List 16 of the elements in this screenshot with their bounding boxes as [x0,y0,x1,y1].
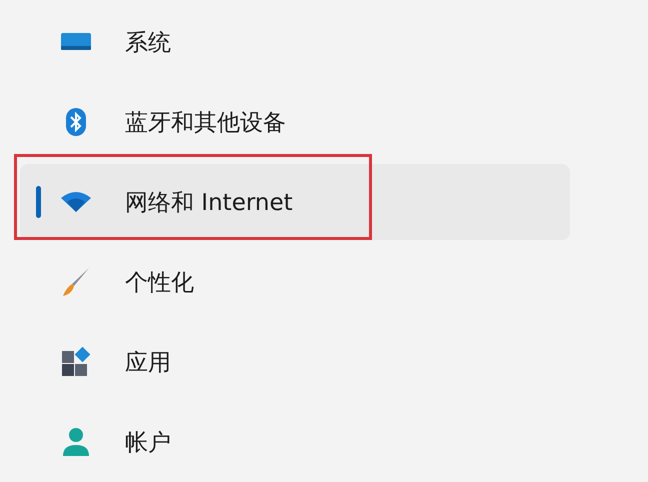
nav-item[interactable]: 蓝牙和其他设备 [20,84,570,160]
nav-label: 应用 [125,348,171,378]
nav-item[interactable]: 网络和 Internet [20,164,570,240]
nav-item[interactable]: 应用 [20,324,570,400]
nav-label: 个性化 [125,268,194,298]
nav-label: 系统 [125,28,171,58]
nav-item[interactable]: 帐户 [20,404,570,480]
person-icon [60,426,92,458]
nav-label: 网络和 Internet [125,188,293,218]
nav-label: 蓝牙和其他设备 [125,108,286,138]
nav-item[interactable]: 个性化 [20,244,570,320]
nav-label: 帐户 [125,428,171,458]
nav-item[interactable]: 系统 [20,4,570,80]
brush-icon [60,266,92,298]
apps-icon [60,346,92,378]
selection-indicator [36,186,41,218]
